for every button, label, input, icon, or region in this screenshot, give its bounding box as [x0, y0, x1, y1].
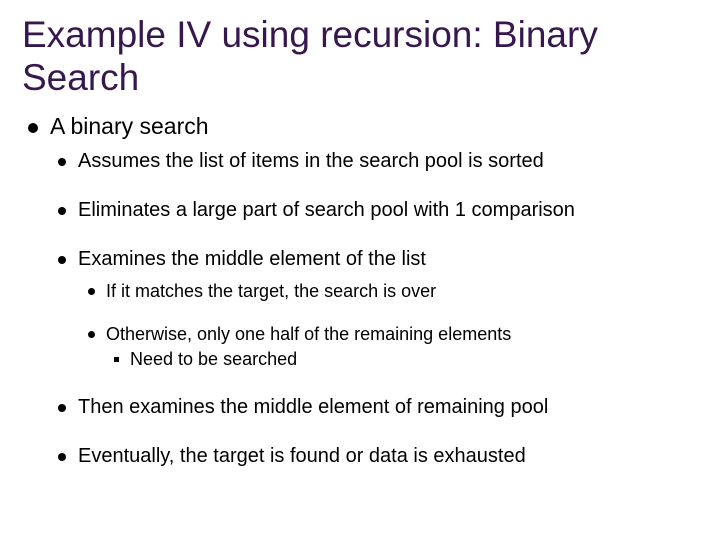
list-item: Eventually, the target is found or data …: [50, 445, 698, 468]
bullet-text: Eventually, the target is found or data …: [78, 445, 526, 467]
list-item: If it matches the target, the search is …: [78, 281, 698, 302]
bullet-text: A binary search: [50, 113, 209, 139]
bullet-list-lv2: Assumes the list of items in the search …: [50, 150, 698, 468]
list-item: Otherwise, only one half of the remainin…: [78, 324, 698, 370]
bullet-text: Examines the middle element of the list: [78, 248, 426, 270]
slide: Example IV using recursion: Binary Searc…: [0, 0, 720, 540]
list-item: Assumes the list of items in the search …: [50, 150, 698, 173]
list-item: Examines the middle element of the list …: [50, 248, 698, 370]
list-item: Then examines the middle element of rema…: [50, 396, 698, 419]
list-item: A binary search Assumes the list of item…: [22, 113, 698, 468]
bullet-list-lv4: Need to be searched: [106, 349, 698, 370]
bullet-text: If it matches the target, the search is …: [106, 281, 436, 301]
bullet-list-lv3: If it matches the target, the search is …: [78, 281, 698, 370]
bullet-text: Eliminates a large part of search pool w…: [78, 199, 575, 221]
list-item: Need to be searched: [106, 349, 698, 370]
bullet-text: Otherwise, only one half of the remainin…: [106, 324, 511, 344]
bullet-list-lv1: A binary search Assumes the list of item…: [22, 113, 698, 468]
bullet-text: Assumes the list of items in the search …: [78, 150, 544, 172]
list-item: Eliminates a large part of search pool w…: [50, 199, 698, 222]
bullet-text: Then examines the middle element of rema…: [78, 396, 548, 418]
slide-title: Example IV using recursion: Binary Searc…: [22, 14, 698, 99]
bullet-text: Need to be searched: [130, 349, 297, 369]
